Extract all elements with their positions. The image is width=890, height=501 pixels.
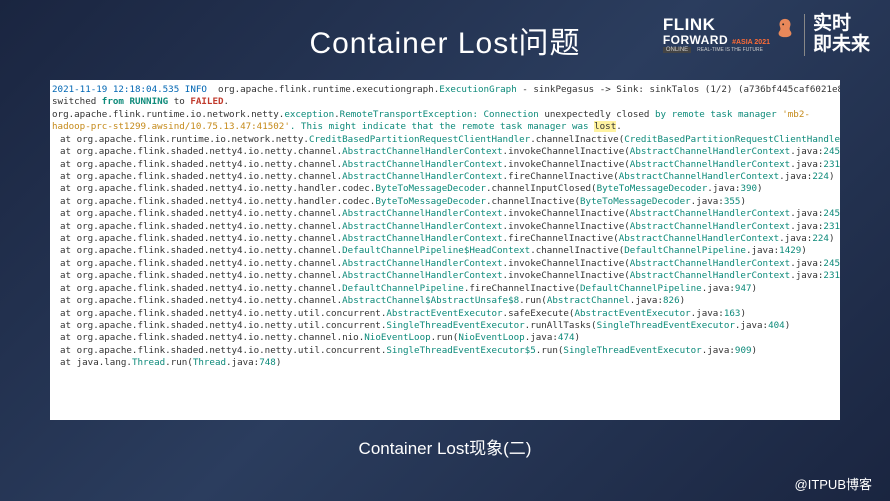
log-state-from: from RUNNING <box>102 96 168 107</box>
stack-frame: at org.apache.flink.shaded.netty4.io.net… <box>52 270 838 282</box>
log-switch-line: switched from RUNNING to FAILED. <box>52 96 838 108</box>
log-panel: 2021-11-19 12:18:04.535 INFO org.apache.… <box>50 80 840 420</box>
footer-watermark: @ITPUB博客 <box>795 474 872 493</box>
log-exception-class: RemoteTransportException <box>340 109 473 120</box>
flink-forward-logo: FLINK FORWARD #ASIA 2021 ONLINE REAL-TIM… <box>663 17 796 52</box>
stack-frame: at org.apache.flink.shaded.netty4.io.net… <box>52 196 838 208</box>
stack-frame: at org.apache.flink.shaded.netty4.io.net… <box>52 159 838 171</box>
stack-frame: at java.lang.Thread.run(Thread.java:748) <box>52 357 838 369</box>
logo-area: FLINK FORWARD #ASIA 2021 ONLINE REAL-TIM… <box>663 14 870 56</box>
stack-frame: at org.apache.flink.shaded.netty4.io.net… <box>52 146 838 158</box>
log-logger-class: ExecutionGraph <box>439 84 516 95</box>
stack-frame: at org.apache.flink.shaded.netty4.io.net… <box>52 221 838 233</box>
log-logger-pkg: org.apache.flink.runtime.executiongraph. <box>218 84 439 95</box>
log-level: INFO <box>185 84 207 95</box>
logo-cn-line2: 即未来 <box>813 35 870 56</box>
slide-title: Container Lost问题 <box>309 18 580 62</box>
log-state-to: FAILED <box>190 96 223 107</box>
slide-header: Container Lost问题 FLINK FORWARD #ASIA 202… <box>0 0 890 80</box>
log-exception-word: exception <box>284 109 334 120</box>
logo-tagline: REAL-TIME IS THE FUTURE <box>697 47 763 53</box>
squirrel-icon <box>774 17 796 39</box>
stack-frame: at org.apache.flink.runtime.io.network.n… <box>52 134 838 146</box>
stack-frame: at org.apache.flink.shaded.netty4.io.net… <box>52 258 838 270</box>
stack-frame: at org.apache.flink.shaded.netty4.io.net… <box>52 295 838 307</box>
stack-frame: at org.apache.flink.shaded.netty4.io.net… <box>52 208 838 220</box>
log-exception-line: org.apache.flink.runtime.io.network.nett… <box>52 109 838 134</box>
logo-flink-text: FLINK <box>663 17 770 32</box>
log-msg-tail: - sinkPegasus -> Sink: sinkTalos (1/2) (… <box>517 84 840 95</box>
stack-frame: at org.apache.flink.shaded.netty4.io.net… <box>52 308 838 320</box>
stack-frame: at org.apache.flink.shaded.netty4.io.net… <box>52 183 838 195</box>
stack-frame: at org.apache.flink.shaded.netty4.io.net… <box>52 345 838 357</box>
log-header-line: 2021-11-19 12:18:04.535 INFO org.apache.… <box>52 84 838 96</box>
logo-chinese: 实时 即未来 <box>804 14 870 56</box>
stack-frame: at org.apache.flink.shaded.netty4.io.net… <box>52 283 838 295</box>
stack-frame: at org.apache.flink.shaded.netty4.io.net… <box>52 233 838 245</box>
log-lost-highlight: lost <box>594 121 616 132</box>
stack-frame: at org.apache.flink.shaded.netty4.io.net… <box>52 171 838 183</box>
logo-online-text: ONLINE <box>663 47 691 53</box>
logo-cn-line1: 实时 <box>813 14 870 35</box>
log-timestamp: 2021-11-19 12:18:04.535 <box>52 84 179 95</box>
stack-frame: at org.apache.flink.shaded.netty4.io.net… <box>52 332 838 344</box>
slide-caption: Container Lost现象(二) <box>0 434 890 459</box>
stack-trace: at org.apache.flink.runtime.io.network.n… <box>52 134 838 370</box>
stack-frame: at org.apache.flink.shaded.netty4.io.net… <box>52 245 838 257</box>
stack-frame: at org.apache.flink.shaded.netty4.io.net… <box>52 320 838 332</box>
logo-forward-text: FORWARD <box>663 33 728 47</box>
logo-asia-text: #ASIA 2021 <box>732 39 770 46</box>
